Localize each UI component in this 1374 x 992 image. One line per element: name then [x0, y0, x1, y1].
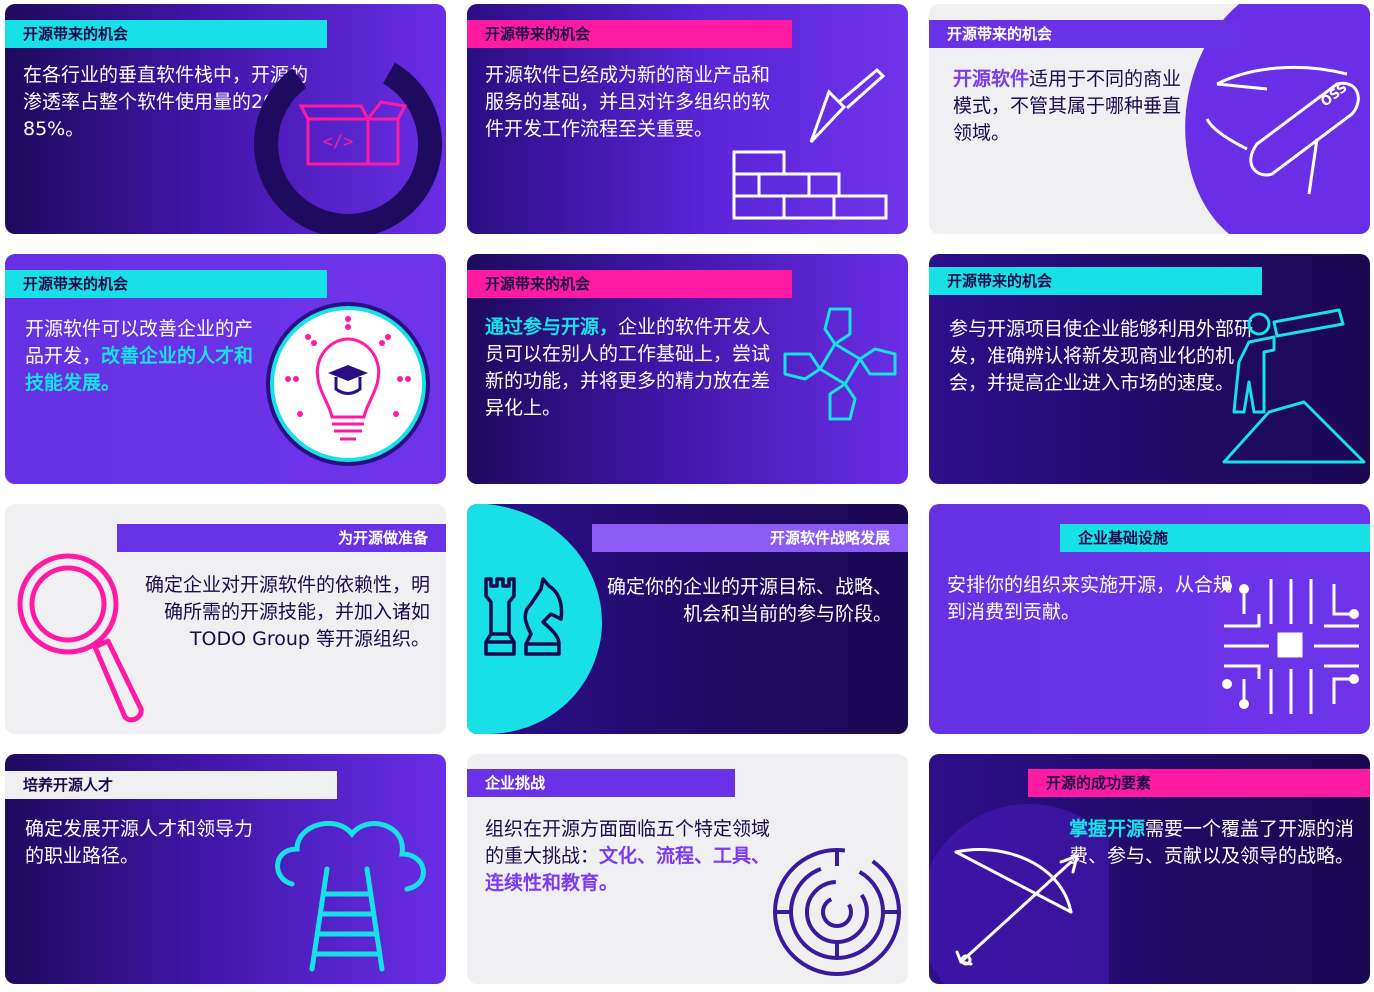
- card-text: 参与开源项目使企业能够利用外部研发，准确辨认将新发现商业化的机会，并提高企业进入…: [949, 318, 1254, 394]
- card-highlight: 开源软件: [953, 68, 1030, 90]
- card-tag: 开源带来的机会: [467, 20, 792, 48]
- card-text: 组织在开源方面面临五个特定领域的重大挑战：文化、流程、工具、连续性和教育。: [485, 816, 787, 897]
- card-tag: 企业基础设施: [1060, 524, 1370, 552]
- card-text: 通过参与开源，企业的软件开发人员可以在别人的工作基础上，尝试新的功能，并将更多的…: [485, 314, 785, 422]
- card-tag: 开源带来的机会: [467, 270, 792, 298]
- card-prepare-for-open-source: 为开源做准备 确定企业对开源软件的依赖性，明确所需的开源技能，并加入诸如 TOD…: [5, 504, 446, 734]
- card-enterprise-challenges: 企业挑战 组织在开源方面面临五个特定领域的重大挑战：文化、流程、工具、连续性和教…: [467, 754, 908, 984]
- maze-icon: [773, 848, 901, 976]
- trowel-brick-wall-icon: [732, 67, 888, 220]
- hands-together-icon: [783, 307, 897, 421]
- card-tag: 开源带来的机会: [929, 20, 1241, 48]
- card-text: 掌握开源需要一个覆盖了开源的消费、参与、贡献以及领导的战略。: [1049, 816, 1354, 870]
- svg-text:</>: </>: [323, 132, 354, 152]
- open-box-code-icon: </>: [254, 49, 442, 234]
- lightbulb-graduation-cap-icon: [266, 302, 430, 466]
- card-tag: 开源带来的机会: [929, 267, 1262, 295]
- card-highlight: 掌握开源: [1068, 818, 1145, 840]
- cloud-ladder-icon: [275, 820, 426, 972]
- card-opportunity-business-models: 开源带来的机会 开源软件适用于不同的商业模式，不管其属于哪种垂直领域。 OSS: [929, 4, 1370, 234]
- card-text: 确定你的企业的开源目标、战略、机会和当前的参与阶段。: [606, 576, 892, 625]
- card-text: 确定发展开源人才和领导力的职业路径。: [25, 818, 254, 867]
- card-text: 开源软件可以改善企业的产品开发，改善企业的人才和技能发展。: [25, 316, 270, 397]
- card-strategy-development: 开源软件战略发展 确定你的企业的开源目标、战略、机会和当前的参与阶段。: [467, 504, 908, 734]
- card-opportunity-external-rd: 开源带来的机会 参与开源项目使企业能够利用外部研发，准确辨认将新发现商业化的机会…: [929, 254, 1370, 484]
- card-opportunity-penetration: 开源带来的机会 在各行业的垂直软件栈中，开源的渗透率占整个软件使用量的20-85…: [5, 4, 446, 234]
- card-text: 开源软件适用于不同的商业模式，不管其属于哪种垂直领域。: [953, 66, 1193, 147]
- card-tag: 为开源做准备: [117, 524, 446, 552]
- person-telescope-icon: [1222, 308, 1366, 464]
- card-highlight: 通过参与开源，: [485, 316, 619, 338]
- card-success-factors: 开源的成功要素 掌握开源需要一个覆盖了开源的消费、参与、贡献以及领导的战略。: [929, 754, 1370, 984]
- chess-pieces-icon: [484, 577, 564, 656]
- card-tag: 开源带来的机会: [5, 270, 327, 298]
- bow-and-arrow-icon: [954, 848, 1080, 966]
- card-text: 安排你的组织来实施开源，从合规到消费到贡献。: [947, 574, 1233, 623]
- card-text: 确定企业对开源软件的依赖性，明确所需的开源技能，并加入诸如 TODO Group…: [144, 574, 430, 650]
- magnifying-glass-icon: [17, 553, 144, 723]
- circuit-network-icon: [1222, 579, 1359, 714]
- card-opportunity-foundation: 开源带来的机会 开源软件已经成为新的商业产品和服务的基础，并且对许多组织的软件开…: [467, 4, 908, 234]
- card-tag: 开源软件战略发展: [592, 524, 908, 552]
- card-cultivate-talent: 培养开源人才 确定发展开源人才和领导力的职业路径。: [5, 754, 446, 984]
- card-tag: 开源的成功要素: [1028, 769, 1370, 797]
- card-opportunity-participation: 开源带来的机会 通过参与开源，企业的软件开发人员可以在别人的工作基础上，尝试新的…: [467, 254, 908, 484]
- card-tag: 培养开源人才: [5, 771, 337, 799]
- card-enterprise-infrastructure: 企业基础设施 安排你的组织来实施开源，从合规到消费到贡献。: [929, 504, 1370, 734]
- oss-pocket-knife-icon: OSS: [1205, 65, 1360, 195]
- card-tag: 企业挑战: [467, 769, 735, 797]
- card-opportunity-talent: 开源带来的机会 开源软件可以改善企业的产品开发，改善企业的人才和技能发展。: [5, 254, 446, 484]
